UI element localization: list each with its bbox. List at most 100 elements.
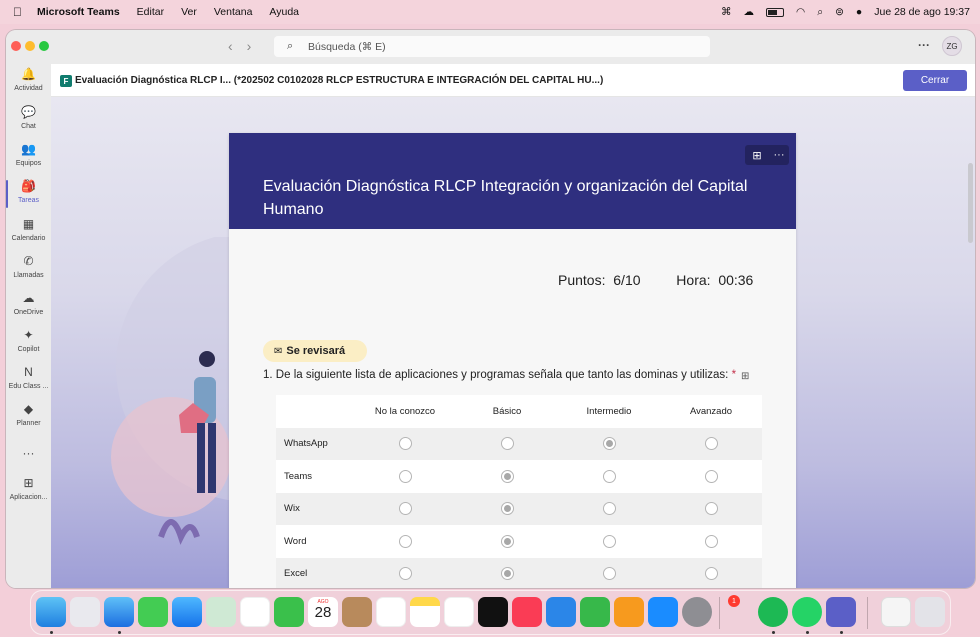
radio-button[interactable] <box>398 502 412 516</box>
table-row: Wix <box>276 492 762 525</box>
rail-item-onedrive[interactable]: ☁ OneDrive <box>6 290 51 326</box>
menu-ventana[interactable]: Ventana <box>214 6 253 18</box>
rail-item-calendario[interactable]: ▦ Calendario <box>6 216 51 252</box>
control-center-icon[interactable]: ⊜ <box>835 6 844 18</box>
app-store-icon[interactable] <box>648 597 678 627</box>
immersive-reader-icon[interactable]: ⊞ <box>741 371 752 382</box>
search-placeholder: Búsqueda (⌘ E) <box>308 40 386 53</box>
radio-button[interactable] <box>500 469 514 483</box>
contacts-icon[interactable] <box>342 597 372 627</box>
radio-button[interactable] <box>500 534 514 548</box>
siri-icon[interactable]: ● <box>856 6 862 18</box>
app-menu[interactable]: Microsoft Teams <box>37 6 120 18</box>
forward-arrow-icon[interactable]: › <box>247 38 266 54</box>
immersive-reader-icon[interactable]: ⊞ <box>745 145 769 165</box>
trash-icon[interactable] <box>915 597 945 627</box>
spotify-icon[interactable] <box>758 597 788 627</box>
radio-button[interactable] <box>704 502 718 516</box>
freeform-icon[interactable] <box>444 597 474 627</box>
likert-grid: No la conozco Básico Intermedio Avanzado… <box>276 395 762 588</box>
radio-button[interactable] <box>500 567 514 581</box>
spotlight-icon[interactable]: ⌕ <box>817 6 823 19</box>
more-options-icon[interactable]: ··· <box>769 145 789 165</box>
radio-button[interactable] <box>704 469 718 483</box>
back-arrow-icon[interactable]: ‹ <box>228 38 247 54</box>
wifi-icon[interactable]: ◠ <box>796 6 805 18</box>
pages-icon[interactable] <box>614 597 644 627</box>
scrollbar[interactable] <box>968 163 973 243</box>
table-row: Excel <box>276 557 762 588</box>
radio-button[interactable] <box>398 567 412 581</box>
document-icon[interactable] <box>881 597 911 627</box>
radio-button[interactable] <box>704 437 718 451</box>
close-button[interactable]: Cerrar <box>903 70 967 91</box>
copilot-icon: ✦ <box>23 328 34 342</box>
rail-item-llamadas[interactable]: ✆ Llamadas <box>6 253 51 289</box>
grid-cell <box>456 567 558 581</box>
close-window-button[interactable] <box>11 41 21 51</box>
settings-badge: 1 <box>728 595 740 607</box>
rail-label: Edu Class ... <box>8 383 49 390</box>
notebook-icon: N <box>24 365 33 379</box>
menubar-clock[interactable]: Jue 28 de ago 19:37 <box>874 6 970 18</box>
music-icon[interactable] <box>512 597 542 627</box>
grid-cell <box>354 437 456 451</box>
menu-ayuda[interactable]: Ayuda <box>269 6 299 18</box>
notes-icon[interactable] <box>410 597 440 627</box>
teams-icon[interactable] <box>826 597 856 627</box>
score-summary: Puntos: 6/10 Hora: 00:36 <box>558 272 753 288</box>
numbers-icon[interactable] <box>580 597 610 627</box>
apple-menu-icon[interactable]:  <box>13 5 27 19</box>
rail-item-copilot[interactable]: ✦ Copilot <box>6 327 51 363</box>
rail-item-actividad[interactable]: 🔔 Actividad <box>6 66 51 102</box>
radio-button[interactable] <box>500 502 514 516</box>
icloud-icon[interactable]: ☁ <box>744 6 755 18</box>
system-settings-icon[interactable] <box>682 597 712 627</box>
radio-button[interactable] <box>398 534 412 548</box>
rail-item-chat[interactable]: 💬 Chat <box>6 104 51 140</box>
battery-icon[interactable] <box>766 7 785 17</box>
maps-icon[interactable] <box>206 597 236 627</box>
messages-icon[interactable] <box>138 597 168 627</box>
more-icon: ··· <box>22 446 35 460</box>
photos-icon[interactable] <box>240 597 270 627</box>
rail-item-planner[interactable]: ◆ Planner <box>6 401 51 437</box>
calendar-icon[interactable]: AGO 28 <box>308 597 338 627</box>
avatar[interactable]: ZG <box>942 36 962 56</box>
radio-button[interactable] <box>602 567 616 581</box>
radio-button[interactable] <box>500 437 514 451</box>
menu-ver[interactable]: Ver <box>181 6 197 18</box>
search-input[interactable]: ⌕ Búsqueda (⌘ E) <box>274 36 710 57</box>
facetime-icon[interactable] <box>274 597 304 627</box>
minimize-window-button[interactable] <box>25 41 35 51</box>
radio-button[interactable] <box>704 534 718 548</box>
radio-button[interactable] <box>602 437 616 451</box>
fullscreen-window-button[interactable] <box>39 41 49 51</box>
radio-button[interactable] <box>602 502 616 516</box>
more-options-icon[interactable]: ··· <box>918 38 930 52</box>
radio-button[interactable] <box>602 534 616 548</box>
launchpad-icon[interactable] <box>70 597 100 627</box>
rail-item-equipos[interactable]: 👥 Equipos <box>6 141 51 177</box>
game-controller-icon[interactable]: ⌘ <box>721 6 732 18</box>
radio-button[interactable] <box>602 469 616 483</box>
bell-icon: 🔔 <box>21 67 36 81</box>
keynote-icon[interactable] <box>546 597 576 627</box>
mail-icon[interactable] <box>172 597 202 627</box>
rail-item-edu-class[interactable]: N Edu Class ... <box>6 364 51 400</box>
teams-window: ‹› ⌕ Búsqueda (⌘ E) ··· ZG 🔔 Actividad 💬 C… <box>6 30 975 588</box>
rail-item-apps[interactable]: ⊞ Aplicacion... <box>6 475 51 511</box>
radio-button[interactable] <box>704 567 718 581</box>
radio-button[interactable] <box>398 469 412 483</box>
apple-tv-icon[interactable] <box>478 597 508 627</box>
whatsapp-icon[interactable] <box>792 597 822 627</box>
column-header: Avanzado <box>689 405 733 417</box>
radio-button[interactable] <box>398 437 412 451</box>
reminders-icon[interactable] <box>376 597 406 627</box>
rail-label: Llamadas <box>13 272 44 279</box>
rail-item-tareas[interactable]: 🎒 Tareas <box>6 178 51 214</box>
rail-label: Chat <box>21 123 36 130</box>
menu-editar[interactable]: Editar <box>137 6 164 18</box>
safari-icon[interactable] <box>104 597 134 627</box>
finder-icon[interactable] <box>36 597 66 627</box>
